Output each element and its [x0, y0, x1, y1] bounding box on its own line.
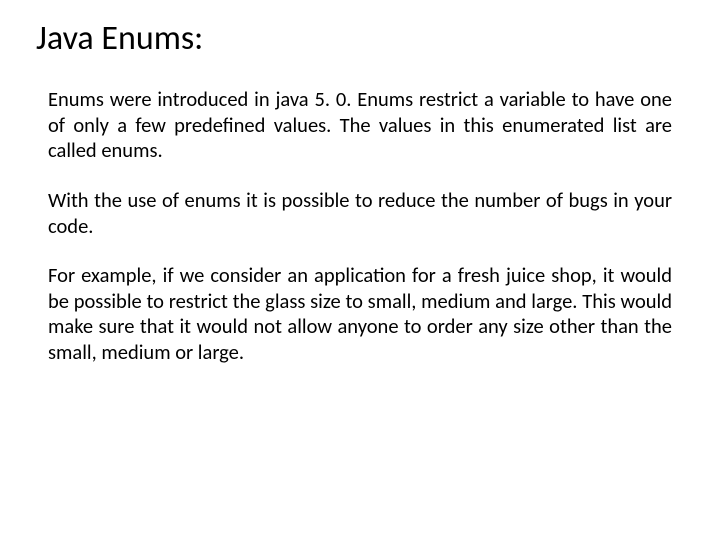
paragraph: For example, if we consider an applicati…	[48, 263, 672, 366]
paragraph: Enums were introduced in java 5. 0. Enum…	[48, 87, 672, 164]
slide: Java Enums: Enums were introduced in jav…	[0, 0, 720, 540]
slide-title: Java Enums:	[36, 18, 672, 59]
paragraph: With the use of enums it is possible to …	[48, 188, 672, 239]
slide-body: Enums were introduced in java 5. 0. Enum…	[48, 87, 672, 366]
